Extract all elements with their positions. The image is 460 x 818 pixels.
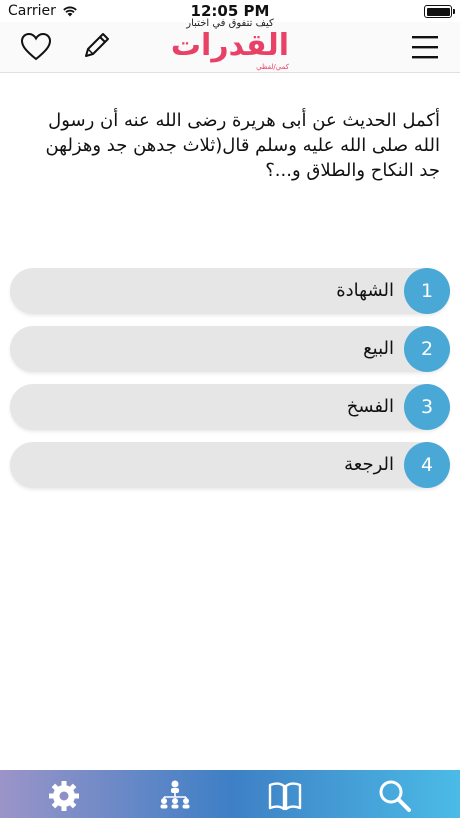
app-logo: كيف تتفوق في اختبار القدرات كمي/لفظي xyxy=(165,18,295,72)
book-icon[interactable] xyxy=(267,778,303,814)
menu-icon[interactable] xyxy=(410,32,440,62)
option-number: 3 xyxy=(404,384,450,430)
nav-bar: كيف تتفوق في اختبار القدرات كمي/لفظي xyxy=(0,18,460,73)
search-icon[interactable] xyxy=(377,778,413,814)
logo-sub: كمي/لفظي xyxy=(256,63,289,71)
gear-icon[interactable] xyxy=(46,778,82,814)
tab-bar xyxy=(0,770,460,818)
answer-option-2[interactable]: 2 البيع xyxy=(10,326,450,372)
answer-option-4[interactable]: 4 الرجعة xyxy=(10,442,450,488)
logo-title: القدرات xyxy=(170,28,290,63)
answer-option-3[interactable]: 3 الفسخ xyxy=(10,384,450,430)
battery-icon xyxy=(424,5,455,18)
option-label: الرجعة xyxy=(344,454,394,475)
pencil-icon[interactable] xyxy=(80,30,112,62)
question-text: أكمل الحديث عن أبى هريرة رضى الله عنه أن… xyxy=(45,110,440,181)
hierarchy-icon[interactable] xyxy=(157,778,193,814)
option-label: الشهادة xyxy=(336,280,394,301)
answer-options: 1 الشهادة 2 البيع 3 الفسخ 4 الرجعة xyxy=(10,268,450,500)
heart-icon[interactable] xyxy=(20,32,52,62)
answer-option-1[interactable]: 1 الشهادة xyxy=(10,268,450,314)
option-number: 2 xyxy=(404,326,450,372)
option-label: البيع xyxy=(363,338,394,359)
option-number: 4 xyxy=(404,442,450,488)
option-label: الفسخ xyxy=(346,396,394,417)
option-number: 1 xyxy=(404,268,450,314)
